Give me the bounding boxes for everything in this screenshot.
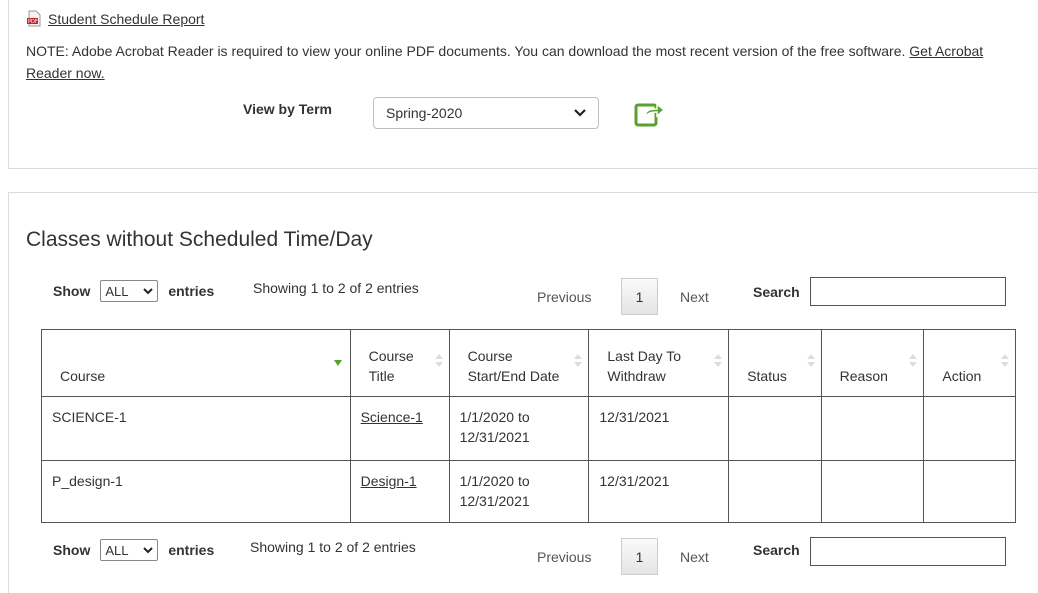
- column-header-course-title[interactable]: Course Title: [349, 329, 450, 397]
- column-header-course[interactable]: Course: [41, 329, 351, 397]
- entries-select-value: ALL: [105, 283, 129, 299]
- sort-desc-icon: [333, 360, 342, 366]
- search-input-top[interactable]: [810, 277, 1006, 306]
- table-header-row: Course Course Title Course Start/End Dat…: [41, 329, 1016, 397]
- column-header-status[interactable]: Status: [728, 329, 822, 397]
- pdf-icon: PDF: [27, 10, 41, 27]
- cell-action: [923, 396, 1016, 461]
- sort-icon: [1001, 354, 1009, 370]
- cell-status: [728, 396, 822, 461]
- header-text: Title: [368, 368, 395, 384]
- cell-dates: 1/1/2020 to 12/31/2021: [448, 460, 590, 523]
- date-end: 12/31/2021: [459, 429, 530, 445]
- entries-select-top[interactable]: ALL: [100, 280, 159, 302]
- course-title-link[interactable]: Design-1: [361, 473, 417, 489]
- cell-course: P_design-1: [41, 460, 351, 523]
- section-title: Classes without Scheduled Time/Day: [26, 228, 373, 251]
- column-header-action[interactable]: Action: [923, 329, 1016, 397]
- table-row: SCIENCE-1 Science-1 1/1/2020 to 12/31/20…: [41, 396, 1016, 461]
- previous-page-button-top[interactable]: Previous: [537, 289, 591, 305]
- term-select-value: Spring-2020: [386, 105, 463, 121]
- table-info-bottom: Showing 1 to 2 of 2 entries: [250, 539, 416, 555]
- search-label-top: Search: [753, 284, 800, 300]
- header-text: Course: [60, 368, 106, 384]
- entries-length-bottom: Show ALL entries: [53, 539, 214, 561]
- header-text: Course: [467, 348, 513, 364]
- previous-page-button-bottom[interactable]: Previous: [537, 549, 591, 565]
- header-text: Status: [747, 368, 787, 384]
- show-label: Show: [53, 283, 91, 299]
- next-page-button-top[interactable]: Next: [680, 289, 709, 305]
- sort-icon: [574, 354, 583, 370]
- entries-select-bottom[interactable]: ALL: [100, 539, 159, 561]
- cell-reason: [820, 396, 925, 461]
- cell-course: SCIENCE-1: [41, 396, 351, 461]
- page-1-button-bottom[interactable]: 1: [621, 538, 658, 575]
- chevron-down-icon: [574, 109, 586, 117]
- classes-table: Course Course Title Course Start/End Dat…: [41, 329, 1016, 523]
- page-1-button-top[interactable]: 1: [621, 278, 658, 315]
- date-end: 12/31/2021: [459, 493, 530, 509]
- entries-length-top: Show ALL entries: [53, 280, 214, 302]
- entries-label: entries: [168, 542, 215, 558]
- header-text: Withdraw: [607, 368, 666, 384]
- sort-icon: [806, 354, 815, 370]
- cell-title: Science-1: [349, 396, 450, 461]
- cell-title: Design-1: [349, 460, 450, 523]
- search-input-bottom[interactable]: [810, 537, 1006, 566]
- table-row: P_design-1 Design-1 1/1/2020 to 12/31/20…: [41, 460, 1016, 523]
- sort-icon: [714, 354, 723, 370]
- acrobat-note: NOTE: Adobe Acrobat Reader is required t…: [26, 40, 1016, 84]
- entries-select-value: ALL: [105, 542, 129, 558]
- entries-label: entries: [168, 283, 215, 299]
- cell-status: [728, 460, 822, 523]
- export-share-icon[interactable]: [633, 99, 665, 129]
- header-text: Start/End Date: [467, 368, 560, 384]
- table-info-top: Showing 1 to 2 of 2 entries: [253, 280, 419, 296]
- svg-text:PDF: PDF: [28, 19, 38, 25]
- column-header-reason[interactable]: Reason: [820, 329, 925, 397]
- header-text: Course: [368, 348, 414, 364]
- next-page-button-bottom[interactable]: Next: [680, 549, 709, 565]
- cell-reason: [820, 460, 925, 523]
- acrobat-note-text: NOTE: Adobe Acrobat Reader is required t…: [26, 43, 910, 59]
- date-start: 1/1/2020 to: [459, 409, 530, 425]
- column-header-start-end-date[interactable]: Course Start/End Date: [448, 329, 590, 397]
- date-start: 1/1/2020 to: [459, 473, 530, 489]
- header-text: Action: [942, 368, 982, 384]
- sort-icon: [909, 354, 918, 370]
- term-select[interactable]: Spring-2020: [373, 97, 599, 129]
- student-schedule-report-link-row: PDF Student Schedule Report: [26, 10, 204, 27]
- cell-withdraw: 12/31/2021: [588, 396, 730, 461]
- chevron-down-icon: [143, 546, 154, 553]
- header-text: Last Day To: [607, 348, 682, 364]
- student-schedule-report-link[interactable]: Student Schedule Report: [48, 11, 204, 27]
- show-label: Show: [53, 542, 91, 558]
- column-header-last-day-withdraw[interactable]: Last Day To Withdraw: [588, 329, 730, 397]
- sort-icon: [434, 354, 443, 370]
- search-label-bottom: Search: [753, 542, 800, 558]
- cell-dates: 1/1/2020 to 12/31/2021: [448, 396, 590, 461]
- view-by-term-label: View by Term: [243, 101, 332, 117]
- cell-withdraw: 12/31/2021: [588, 460, 730, 523]
- course-title-link[interactable]: Science-1: [361, 409, 423, 425]
- header-text: Reason: [839, 368, 888, 384]
- cell-action: [923, 460, 1016, 523]
- chevron-down-icon: [143, 287, 154, 294]
